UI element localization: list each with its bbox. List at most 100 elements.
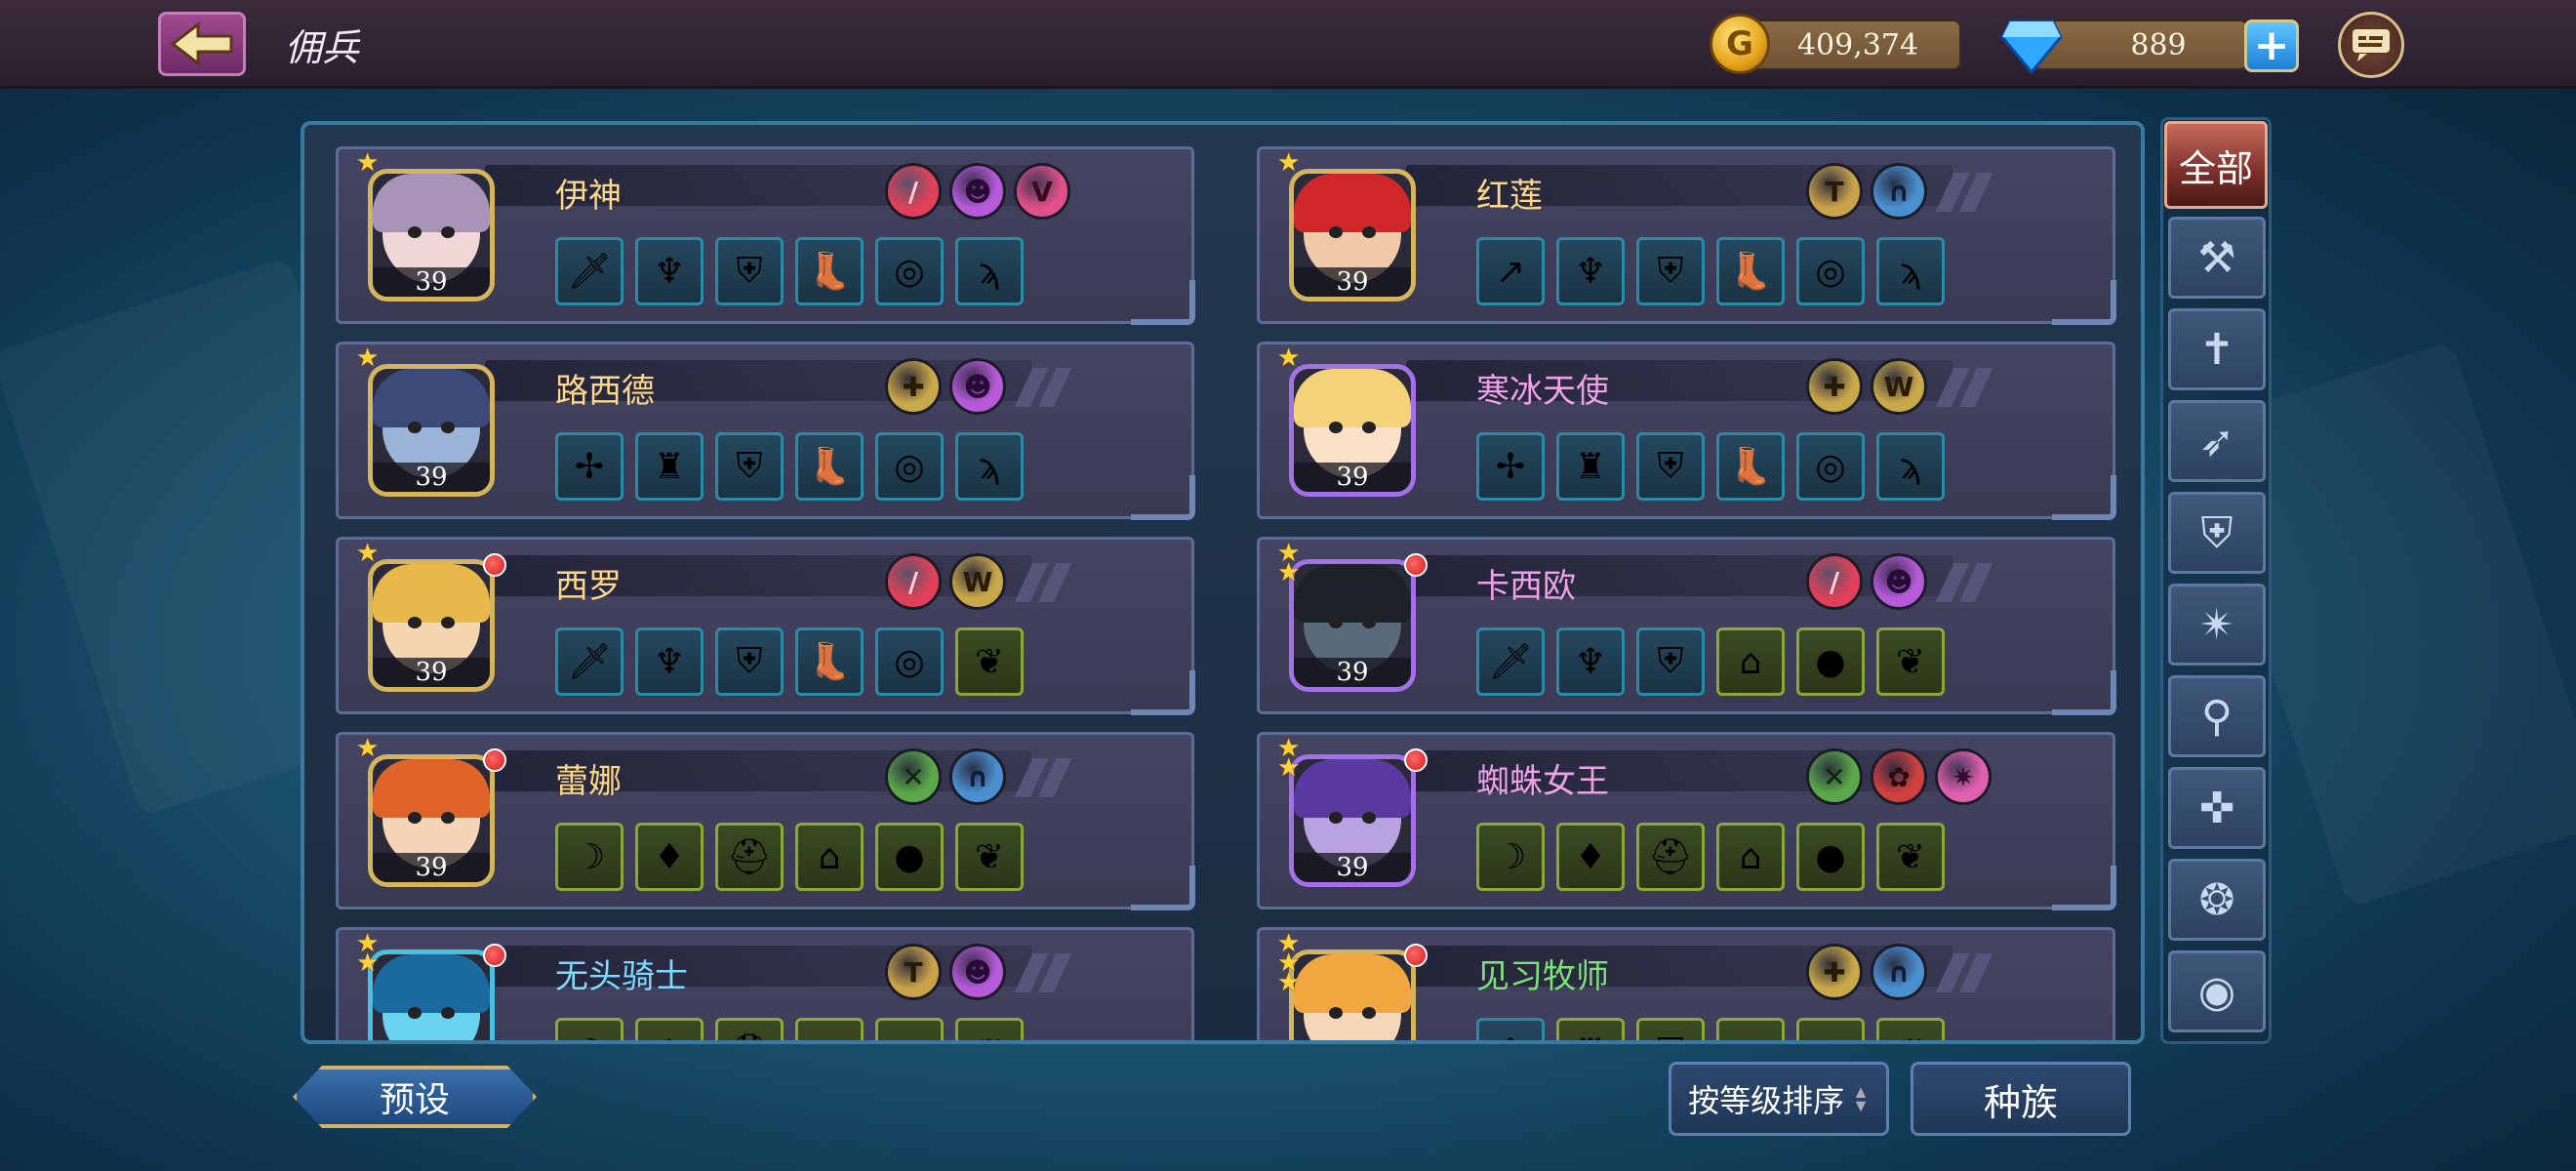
amulet-icon[interactable]: ❦ bbox=[1876, 823, 1945, 891]
hero-card[interactable]: 39 ★ 西罗 / W 🗡 ♆ ⛨ 👢 ◎ ❦ bbox=[336, 537, 1195, 715]
ring-icon[interactable]: ◎ bbox=[1796, 237, 1865, 305]
filter-shuriken-button[interactable]: ✴ bbox=[2168, 584, 2266, 666]
filter-axe-button[interactable]: ⚲ bbox=[2168, 675, 2266, 757]
filter-cross-button[interactable]: ✜ bbox=[2168, 767, 2266, 849]
ring-icon[interactable]: ◎ bbox=[875, 627, 944, 696]
filter-staff-button[interactable]: ✝ bbox=[2168, 308, 2266, 390]
claw-icon[interactable]: ϡ bbox=[955, 237, 1024, 305]
gold-armor-icon[interactable]: ⛨ bbox=[715, 432, 784, 501]
hero-name: 卡西欧 bbox=[1476, 568, 1576, 605]
ruby-ring-icon[interactable]: ● bbox=[875, 823, 944, 891]
boot-icon[interactable]: 👢 bbox=[1716, 237, 1785, 305]
hat-icon[interactable]: ⌂ bbox=[1716, 1018, 1785, 1040]
gold-armor-icon[interactable]: ⛨ bbox=[1636, 237, 1705, 305]
hat-icon[interactable]: ⌂ bbox=[795, 1018, 864, 1040]
ring-icon[interactable]: ◎ bbox=[875, 432, 944, 501]
demon-helmet-icon[interactable]: ♆ bbox=[635, 627, 704, 696]
notification-dot bbox=[1404, 553, 1428, 577]
preset-button[interactable]: 预设 bbox=[293, 1066, 537, 1128]
purple-armor-icon[interactable]: ♜ bbox=[635, 432, 704, 501]
amulet-icon[interactable]: ❦ bbox=[955, 1018, 1024, 1040]
hero-card[interactable]: ★★ 无头骑士 T☻ ☽ ♦ ⛑ ⌂ ● ❦ bbox=[336, 927, 1194, 1040]
back-button[interactable] bbox=[158, 12, 246, 76]
demon-helmet-icon[interactable]: ♆ bbox=[1556, 627, 1625, 696]
purple-axe-icon[interactable]: ✢ bbox=[555, 432, 624, 501]
gold-armor-icon[interactable]: ⛨ bbox=[715, 627, 784, 696]
sort-arrows-icon: ▲ ▼ bbox=[1852, 1082, 1870, 1115]
gold-armor-icon[interactable]: ⛨ bbox=[1636, 627, 1705, 696]
hero-list-panel[interactable]: 39 ★ 伊神 / ☻ V 🗡 ♆ ⛨ 👢 ◎ ϡ 39 ★ 红莲 T ∩ ↗ ♆ ⛨ 👢 ◎ ϡ 39 ★ 路西德 ✚ ☻ ✢ ♜ ⛨ 👢 ◎… bbox=[301, 121, 2145, 1044]
axe-icon: ⚲ bbox=[2200, 691, 2234, 742]
dagger-icon[interactable]: 🗡 bbox=[555, 237, 624, 305]
hero-card[interactable]: 39 ★ ★ 卡西欧 / ☻ 🗡 ♆ ⛨ ⌂ ● ❦ bbox=[1257, 537, 2116, 715]
filter-hammer-button[interactable]: ⚒ bbox=[2168, 217, 2266, 299]
boot-icon[interactable]: 👢 bbox=[795, 432, 864, 501]
filter-bow-button[interactable]: ➶ bbox=[2168, 400, 2266, 482]
purple-axe-icon[interactable]: ✢ bbox=[1476, 1018, 1545, 1040]
amulet-icon[interactable]: ❦ bbox=[955, 823, 1024, 891]
claw-icon[interactable]: ϡ bbox=[955, 432, 1024, 501]
bow-icon[interactable]: ☽ bbox=[555, 823, 624, 891]
hero-trait-badges: ✚ ∩ bbox=[1806, 944, 1927, 1000]
boot-icon[interactable]: 👢 bbox=[795, 237, 864, 305]
shuriken-icon: ✴ bbox=[2198, 599, 2235, 650]
hat-icon[interactable]: ⌂ bbox=[1716, 627, 1785, 696]
amulet-icon[interactable]: ❦ bbox=[1876, 627, 1945, 696]
demon-helmet-icon[interactable]: ♆ bbox=[635, 237, 704, 305]
ruby-ring-icon[interactable]: ● bbox=[1796, 823, 1865, 891]
filter-shield-button[interactable]: ⛨ bbox=[2168, 492, 2266, 574]
blue-armor-icon[interactable]: ♦ bbox=[1556, 823, 1625, 891]
iron-helmet-icon[interactable]: ⛑ bbox=[715, 1018, 784, 1040]
blue-armor-icon[interactable]: ♦ bbox=[635, 1018, 704, 1040]
hero-card[interactable]: 39 ★ 红莲 T ∩ ↗ ♆ ⛨ 👢 ◎ ϡ bbox=[1257, 146, 2116, 325]
ruby-ring-icon[interactable]: ● bbox=[1796, 627, 1865, 696]
filter-orb-button[interactable]: ◉ bbox=[2168, 950, 2266, 1032]
dagger-icon[interactable]: 🗡 bbox=[1476, 627, 1545, 696]
hat-icon[interactable]: ⌂ bbox=[1716, 823, 1785, 891]
hero-name: 寒冰天使 bbox=[1476, 373, 1609, 410]
bow-icon[interactable]: ☽ bbox=[555, 1018, 624, 1040]
filter-claw-button[interactable]: ❂ bbox=[2168, 859, 2266, 941]
hero-card[interactable]: ★★★ 见习牧师 ✚∩ ✢ ♜ ⛨ ⌂ ● ❦ bbox=[1257, 927, 2115, 1040]
hero-portrait: 39 bbox=[1289, 559, 1416, 692]
gold-armor-icon[interactable]: ⛨ bbox=[715, 237, 784, 305]
ring-icon[interactable]: ◎ bbox=[1796, 432, 1865, 501]
dagger-icon[interactable]: 🗡 bbox=[555, 627, 624, 696]
boot-icon[interactable]: 👢 bbox=[795, 627, 864, 696]
gold-armor-icon[interactable]: ⛨ bbox=[1636, 1018, 1705, 1040]
hero-trait-badges: / ☻ V bbox=[885, 163, 1070, 220]
spear-icon[interactable]: ↗ bbox=[1476, 237, 1545, 305]
hero-card[interactable]: 39 ★ ★ 蜘蛛女王 ✕ ✿ ✷ ☽ ♦ ⛑ ⌂ ● ❦ bbox=[1257, 732, 2116, 910]
hero-card[interactable]: 39 ★ 寒冰天使 ✚ W ✢ ♜ ⛨ 👢 ◎ ϡ bbox=[1257, 342, 2116, 520]
blue-armor-icon[interactable]: ♦ bbox=[635, 823, 704, 891]
claw-icon[interactable]: ϡ bbox=[1876, 237, 1945, 305]
filter-all-button[interactable]: 全部 bbox=[2164, 121, 2268, 209]
add-gems-button[interactable]: + bbox=[2244, 20, 2299, 72]
hero-card[interactable]: 39 ★ 路西德 ✚ ☻ ✢ ♜ ⛨ 👢 ◎ ϡ bbox=[336, 342, 1195, 520]
amulet-icon[interactable]: ❦ bbox=[955, 627, 1024, 696]
ruby-ring-icon[interactable]: ● bbox=[1796, 1018, 1865, 1040]
race-filter-button[interactable]: 种族 bbox=[1911, 1062, 2131, 1136]
hero-card[interactable]: 39 ★ 伊神 / ☻ V 🗡 ♆ ⛨ 👢 ◎ ϡ bbox=[336, 146, 1195, 325]
iron-helmet-icon[interactable]: ⛑ bbox=[1636, 823, 1705, 891]
claw-icon[interactable]: ϡ bbox=[1876, 432, 1945, 501]
hat-icon[interactable]: ⌂ bbox=[795, 823, 864, 891]
boot-icon[interactable]: 👢 bbox=[1716, 432, 1785, 501]
purple-axe-icon[interactable]: ✢ bbox=[1476, 432, 1545, 501]
bow-icon[interactable]: ☽ bbox=[1476, 823, 1545, 891]
hero-eye bbox=[1329, 617, 1343, 628]
hero-portrait bbox=[368, 949, 495, 1040]
purple-armor-icon[interactable]: ♜ bbox=[1556, 432, 1625, 501]
amulet-icon[interactable]: ❦ bbox=[1876, 1018, 1945, 1040]
ruby-ring-icon[interactable]: ● bbox=[875, 1018, 944, 1040]
equipment-slots: 🗡 ♆ ⛨ ⌂ ● ❦ bbox=[1476, 627, 1945, 696]
iron-helmet-icon[interactable]: ⛑ bbox=[715, 823, 784, 891]
purple-armor-icon[interactable]: ♜ bbox=[1556, 1018, 1625, 1040]
hero-card[interactable]: 39 ★ 蕾娜 ✕ ∩ ☽ ♦ ⛑ ⌂ ● ❦ bbox=[336, 732, 1195, 910]
sort-by-level-button[interactable]: 按等级排序 ▲ ▼ bbox=[1669, 1062, 1889, 1136]
ring-icon[interactable]: ◎ bbox=[875, 237, 944, 305]
hero-level: 39 bbox=[373, 267, 490, 297]
gold-armor-icon[interactable]: ⛨ bbox=[1636, 432, 1705, 501]
demon-helmet-icon[interactable]: ♆ bbox=[1556, 237, 1625, 305]
chat-button[interactable] bbox=[2338, 12, 2404, 78]
